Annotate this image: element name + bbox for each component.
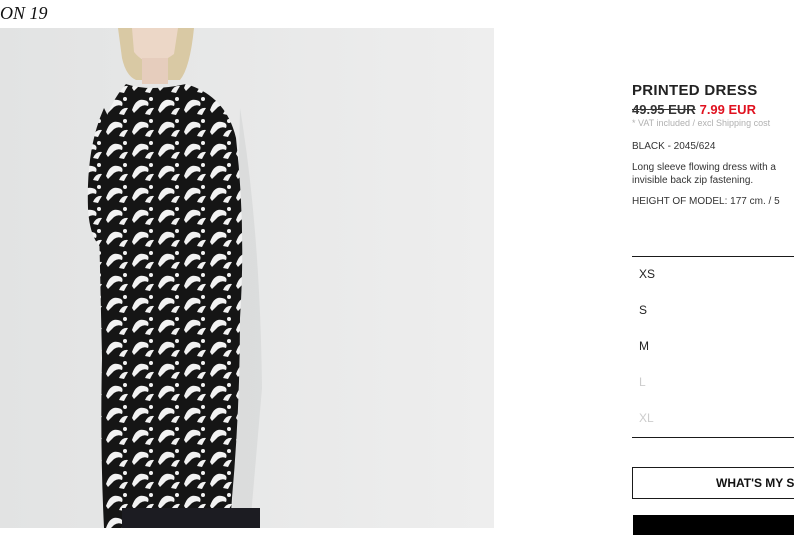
size-option-m[interactable]: M bbox=[639, 339, 649, 353]
size-guide-button[interactable]: WHAT'S MY S bbox=[632, 467, 794, 499]
old-price: 49.95 EUR bbox=[632, 102, 696, 117]
size-option-s[interactable]: S bbox=[639, 303, 647, 317]
size-option-xl: XL bbox=[639, 411, 654, 425]
sale-price: 7.99 EUR bbox=[699, 102, 756, 117]
season-heading: ON 19 bbox=[0, 3, 48, 23]
add-to-bag-button[interactable] bbox=[633, 515, 794, 535]
product-photo[interactable] bbox=[0, 28, 494, 528]
size-selector: XS S M L XL bbox=[632, 256, 794, 438]
price-block: 49.95 EUR 7.99 EUR bbox=[632, 102, 794, 117]
product-title: PRINTED DRESS bbox=[632, 82, 758, 99]
vat-note: * VAT included / excl Shipping cost bbox=[632, 118, 771, 128]
model-height: HEIGHT OF MODEL: 177 cm. / 5 bbox=[632, 196, 780, 207]
color-reference: BLACK - 2045/624 bbox=[632, 141, 716, 152]
product-info: PRINTED DRESS 49.95 EUR 7.99 EUR * VAT in… bbox=[632, 82, 794, 207]
product-description: Long sleeve flowing dress with a invisib… bbox=[632, 162, 776, 186]
model-image bbox=[0, 28, 494, 528]
size-option-xs[interactable]: XS bbox=[639, 267, 655, 281]
size-option-l: L bbox=[639, 375, 646, 389]
